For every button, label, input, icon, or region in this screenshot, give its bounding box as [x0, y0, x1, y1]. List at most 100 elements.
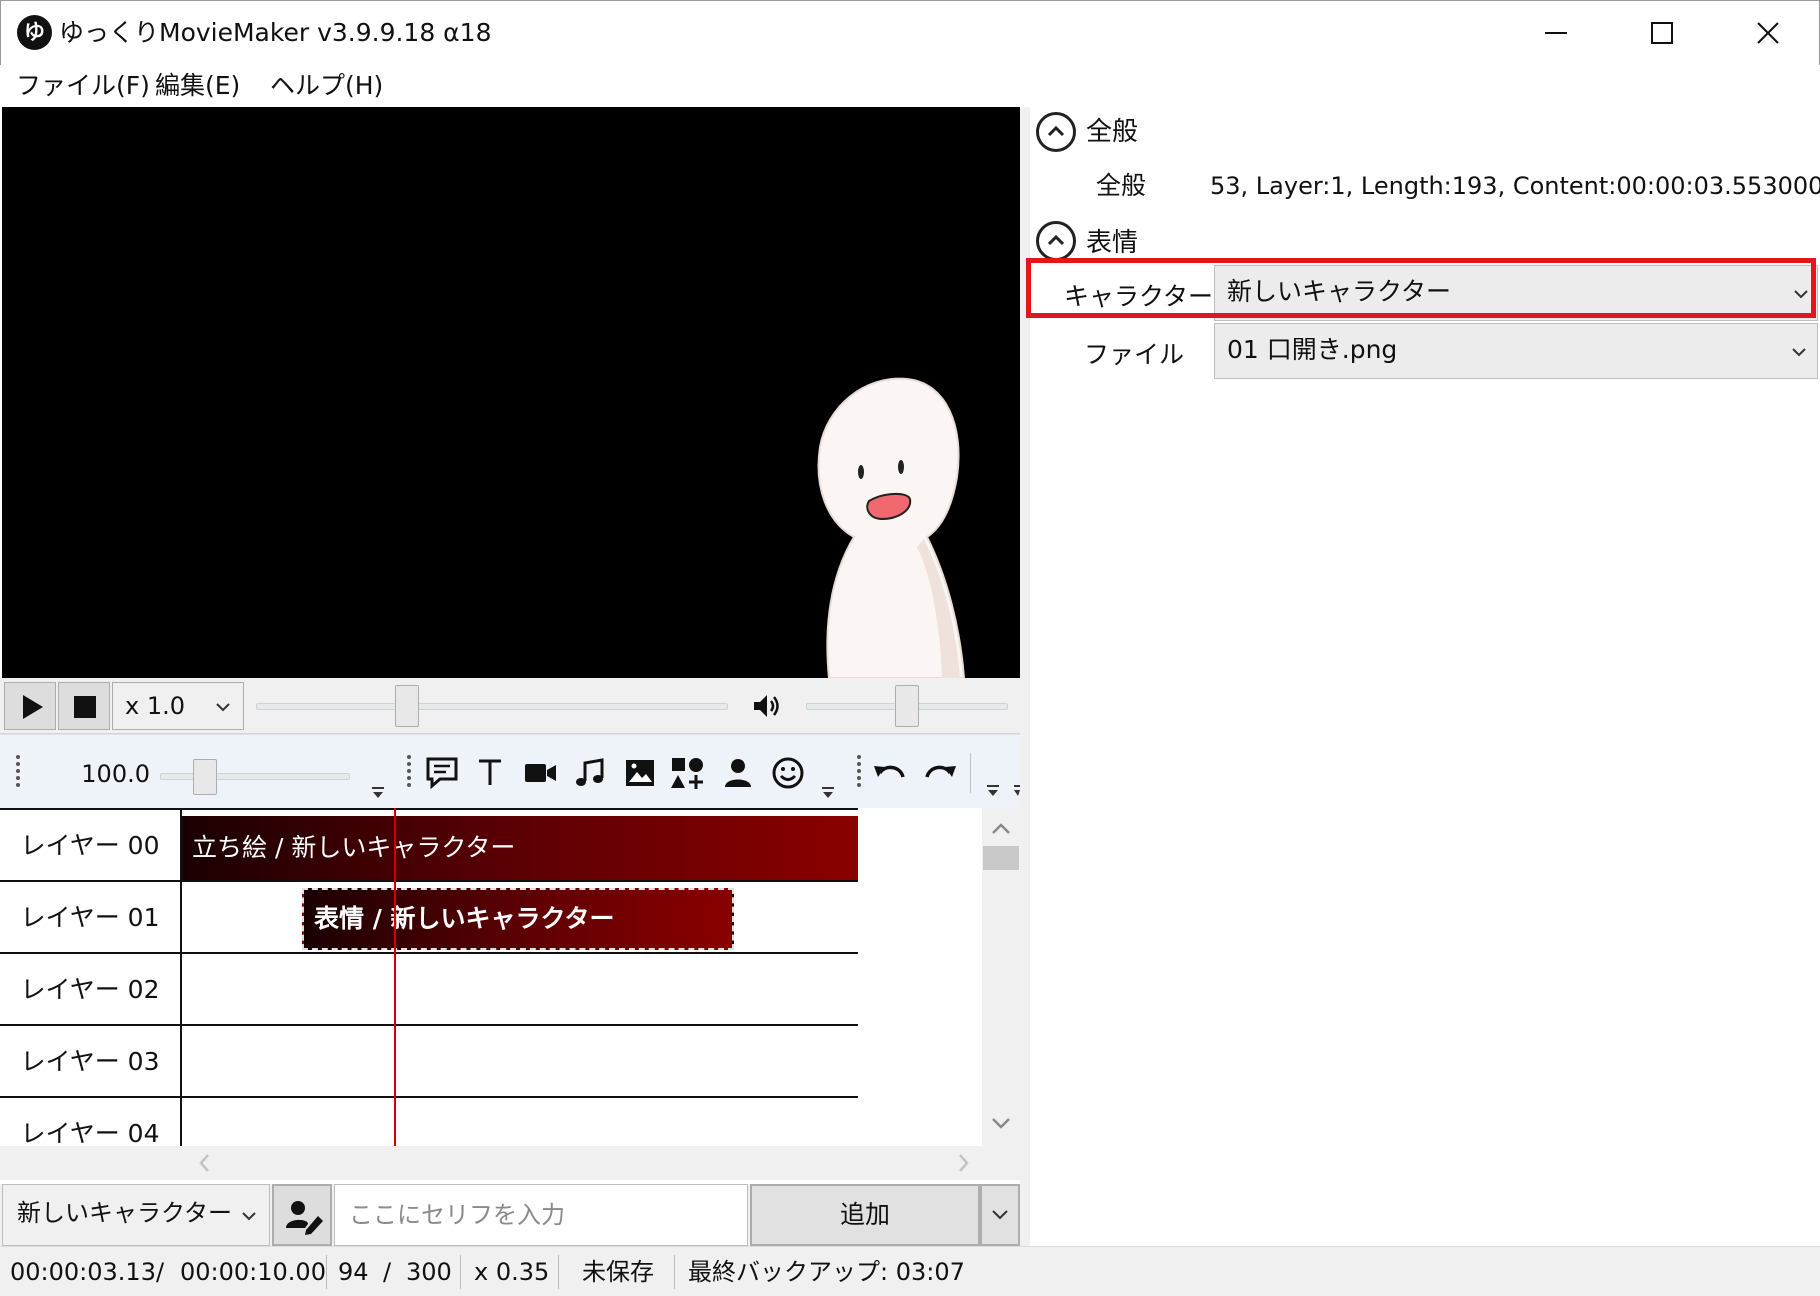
layer-track-line: [182, 1096, 858, 1098]
minimize-button[interactable]: [1503, 1, 1609, 66]
video-icon[interactable]: [520, 755, 560, 791]
person-icon[interactable]: [718, 755, 758, 791]
time-separator: /: [156, 1258, 165, 1286]
collapse-expression-button[interactable]: [1036, 221, 1076, 261]
chevron-up-icon: [1047, 125, 1065, 137]
toolbar-separator: [970, 753, 971, 793]
chevron-up-icon[interactable]: [982, 814, 1020, 844]
character-select-value: 新しいキャラクター: [17, 1199, 233, 1227]
preview-zoom: x 0.35: [474, 1258, 550, 1286]
stop-icon: [74, 696, 96, 718]
music-icon[interactable]: [570, 755, 610, 791]
timeline-toolbar: 100.0: [0, 734, 1020, 808]
zoom-slider-thumb[interactable]: [193, 759, 218, 795]
title-bar: ゆ ゆっくりMovieMaker v3.9.9.18 α18: [0, 0, 1820, 65]
menu-help[interactable]: ヘルプ(H): [270, 67, 383, 105]
window-title: ゆっくりMovieMaker v3.9.9.18 α18: [59, 18, 492, 47]
last-backup: 最終バックアップ: 03:07: [688, 1258, 965, 1286]
menu-bar: ファイル(F) 編集(E) ヘルプ(H): [0, 65, 1820, 107]
toolbar-grip[interactable]: [16, 755, 20, 787]
add-options-dropdown[interactable]: [980, 1184, 1020, 1246]
zoom-value: 100.0: [81, 760, 150, 788]
seek-track[interactable]: [256, 703, 728, 710]
overflow-icon[interactable]: [370, 785, 386, 801]
layer-separator: [0, 1024, 182, 1026]
file-label: ファイル: [1084, 340, 1185, 369]
layer-track-line: [182, 1024, 858, 1026]
close-icon: [1757, 22, 1779, 44]
chevron-right-icon[interactable]: [948, 1146, 978, 1180]
section-expression-title: 表情: [1086, 228, 1139, 258]
playback-speed-value: x 1.0: [125, 692, 185, 720]
total-frames: 300: [406, 1258, 452, 1286]
chevron-down-icon: [992, 1210, 1008, 1220]
timeline-horizontal-scrollbar[interactable]: [0, 1146, 1020, 1180]
clip-expression[interactable]: 表情 / 新しいキャラクター: [302, 888, 734, 950]
overflow-icon[interactable]: [985, 783, 1001, 799]
status-divider: [558, 1255, 559, 1289]
layer-separator: [0, 1096, 182, 1098]
layer-label[interactable]: レイヤー 00: [0, 810, 182, 882]
highlight-box: [1026, 258, 1816, 318]
layer-track-line: [182, 880, 858, 882]
minimize-icon: [1545, 32, 1567, 34]
menu-edit[interactable]: 編集(E): [155, 67, 240, 105]
redo-icon[interactable]: [920, 755, 960, 791]
status-divider: [674, 1255, 675, 1289]
scrollbar-thumb[interactable]: [983, 846, 1019, 870]
add-button[interactable]: 追加: [750, 1184, 980, 1246]
serif-input[interactable]: [334, 1184, 748, 1246]
play-button[interactable]: [4, 682, 56, 730]
playback-speed-select[interactable]: x 1.0: [112, 682, 244, 730]
layer-label[interactable]: レイヤー 02: [0, 954, 182, 1026]
layer-track-line: [182, 952, 858, 954]
chevron-down-icon[interactable]: [982, 1108, 1020, 1138]
toolbar-grip[interactable]: [407, 755, 411, 787]
undo-icon[interactable]: [870, 755, 910, 791]
clip-standing-picture[interactable]: 立ち絵 / 新しいキャラクター: [182, 816, 858, 880]
video-preview[interactable]: [2, 107, 1020, 678]
volume-icon[interactable]: [752, 692, 782, 720]
volume-slider-thumb[interactable]: [895, 685, 919, 727]
toolbar-grip[interactable]: [857, 755, 861, 787]
character-illustration: [817, 377, 966, 678]
chevron-down-icon: [216, 703, 230, 712]
smiley-icon[interactable]: [768, 755, 808, 791]
playhead[interactable]: [394, 808, 396, 1146]
layer-separator: [0, 880, 182, 882]
layer-label[interactable]: レイヤー 03: [0, 1026, 182, 1098]
zoom-track[interactable]: [160, 773, 350, 780]
play-icon: [23, 695, 43, 719]
timeline-vertical-scrollbar[interactable]: [982, 808, 1020, 1146]
section-general-title: 全般: [1086, 117, 1139, 147]
speech-bubble-icon[interactable]: [422, 755, 462, 791]
total-time: 00:00:10.00: [180, 1258, 326, 1286]
collapse-general-button[interactable]: [1036, 112, 1076, 152]
image-icon[interactable]: [620, 755, 660, 791]
layer-label[interactable]: レイヤー 04: [0, 1098, 182, 1146]
layer-label[interactable]: レイヤー 01: [0, 882, 182, 954]
chevron-left-icon[interactable]: [190, 1146, 220, 1180]
timeline[interactable]: レイヤー 00 レイヤー 01 レイヤー 02 レイヤー 03 レイヤー 04 …: [0, 808, 1020, 1146]
file-property-select[interactable]: 01 口開き.png: [1214, 323, 1818, 379]
shapes-add-icon[interactable]: [668, 755, 708, 791]
current-frame: 94: [338, 1258, 369, 1286]
frame-separator: /: [383, 1258, 392, 1286]
seek-slider-thumb[interactable]: [394, 685, 419, 727]
chevron-down-icon: [242, 1212, 256, 1221]
character-select[interactable]: 新しいキャラクター: [2, 1184, 270, 1246]
maximize-button[interactable]: [1609, 1, 1715, 66]
maximize-icon: [1651, 22, 1673, 44]
file-property-value: 01 口開き.png: [1227, 335, 1398, 364]
close-button[interactable]: [1715, 1, 1820, 66]
stop-button[interactable]: [58, 682, 110, 730]
person-edit-icon: [286, 1201, 323, 1235]
status-bar: 00:00:03.13 / 00:00:10.00 94 / 300 x 0.3…: [0, 1246, 1820, 1296]
menu-file[interactable]: ファイル(F): [16, 67, 150, 105]
overflow-icon[interactable]: [820, 785, 836, 801]
text-icon[interactable]: [470, 755, 510, 791]
status-divider: [460, 1255, 461, 1289]
voice-settings-button[interactable]: [272, 1184, 332, 1246]
general-label: 全般: [1096, 171, 1147, 200]
layer-separator: [0, 952, 182, 954]
